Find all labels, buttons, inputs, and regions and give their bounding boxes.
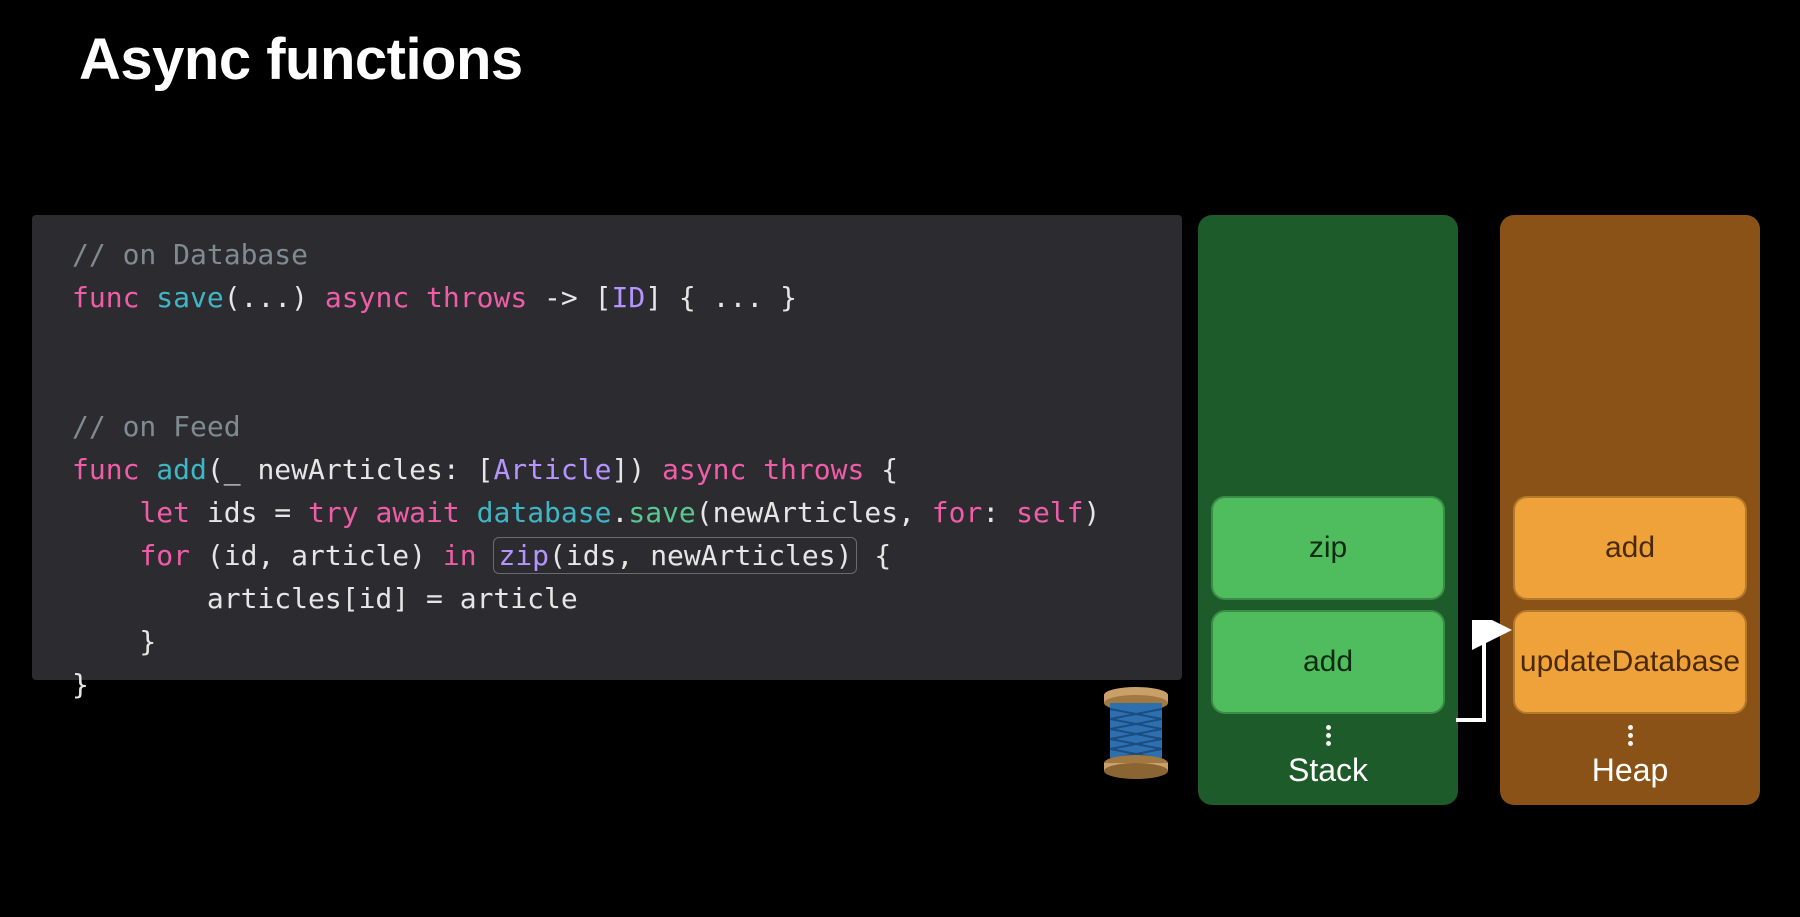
thread-spool-icon	[1100, 685, 1172, 780]
slide: Async functions // on Database func save…	[0, 0, 1800, 917]
ellipsis-icon	[1628, 724, 1633, 746]
prop-database: database	[460, 496, 612, 529]
fn-zip: zip	[498, 539, 549, 572]
code-text: (id, article)	[190, 539, 443, 572]
type-id: ID	[612, 281, 646, 314]
code-text: ] { ... }	[645, 281, 797, 314]
highlight-zip-call: zip(ids, newArticles)	[493, 537, 857, 574]
kw-throws: throws	[426, 281, 527, 314]
heap-column: add updateDatabase Heap	[1500, 215, 1760, 805]
code-text: {	[857, 539, 891, 572]
kw-let: let	[139, 496, 190, 529]
kw-in: in	[443, 539, 477, 572]
code-text: (_ newArticles: [	[207, 453, 494, 486]
heap-frame-updatedatabase: updateDatabase	[1513, 610, 1747, 714]
heap-frame-add: add	[1513, 496, 1747, 600]
kw-for: for	[139, 539, 190, 572]
kw-func: func	[72, 453, 139, 486]
kw-throws: throws	[763, 453, 864, 486]
code-block: // on Database func save(...) async thro…	[32, 215, 1182, 680]
stack-frame-add: add	[1211, 610, 1445, 714]
code-comment: // on Feed	[72, 410, 241, 443]
indent	[72, 539, 139, 572]
kw-self: self	[1016, 496, 1083, 529]
code-text: ids =	[190, 496, 308, 529]
stack-label: Stack	[1288, 752, 1368, 789]
type-article: Article	[493, 453, 611, 486]
kw-await: await	[375, 496, 459, 529]
kw-func: func	[72, 281, 139, 314]
kw-async: async	[325, 281, 409, 314]
kw-try: try	[308, 496, 359, 529]
fn-add: add	[156, 453, 207, 486]
stack-frame-zip: zip	[1211, 496, 1445, 600]
kw-for-label: for	[932, 496, 983, 529]
code-comment: // on Database	[72, 238, 308, 271]
indent	[72, 582, 207, 615]
code-text: (ids, newArticles)	[549, 539, 852, 572]
code-text: ])	[611, 453, 662, 486]
code-text: -> [	[527, 281, 611, 314]
code-text: (newArticles,	[696, 496, 932, 529]
ellipsis-icon	[1326, 724, 1331, 746]
code-text: :	[982, 496, 1016, 529]
code-text: }	[72, 668, 89, 701]
code-text: .	[611, 496, 628, 529]
heap-label: Heap	[1592, 752, 1669, 789]
code-text: articles[id] = article	[207, 582, 578, 615]
code-text: (...)	[224, 281, 308, 314]
indent	[72, 496, 139, 529]
space	[477, 539, 494, 572]
code-text: }	[72, 625, 156, 658]
stack-column: zip add Stack	[1198, 215, 1458, 805]
fn-save: save	[156, 281, 223, 314]
call-save: save	[628, 496, 695, 529]
kw-async: async	[662, 453, 746, 486]
code-text: )	[1084, 496, 1101, 529]
code-text: {	[864, 453, 898, 486]
slide-title: Async functions	[79, 26, 523, 93]
